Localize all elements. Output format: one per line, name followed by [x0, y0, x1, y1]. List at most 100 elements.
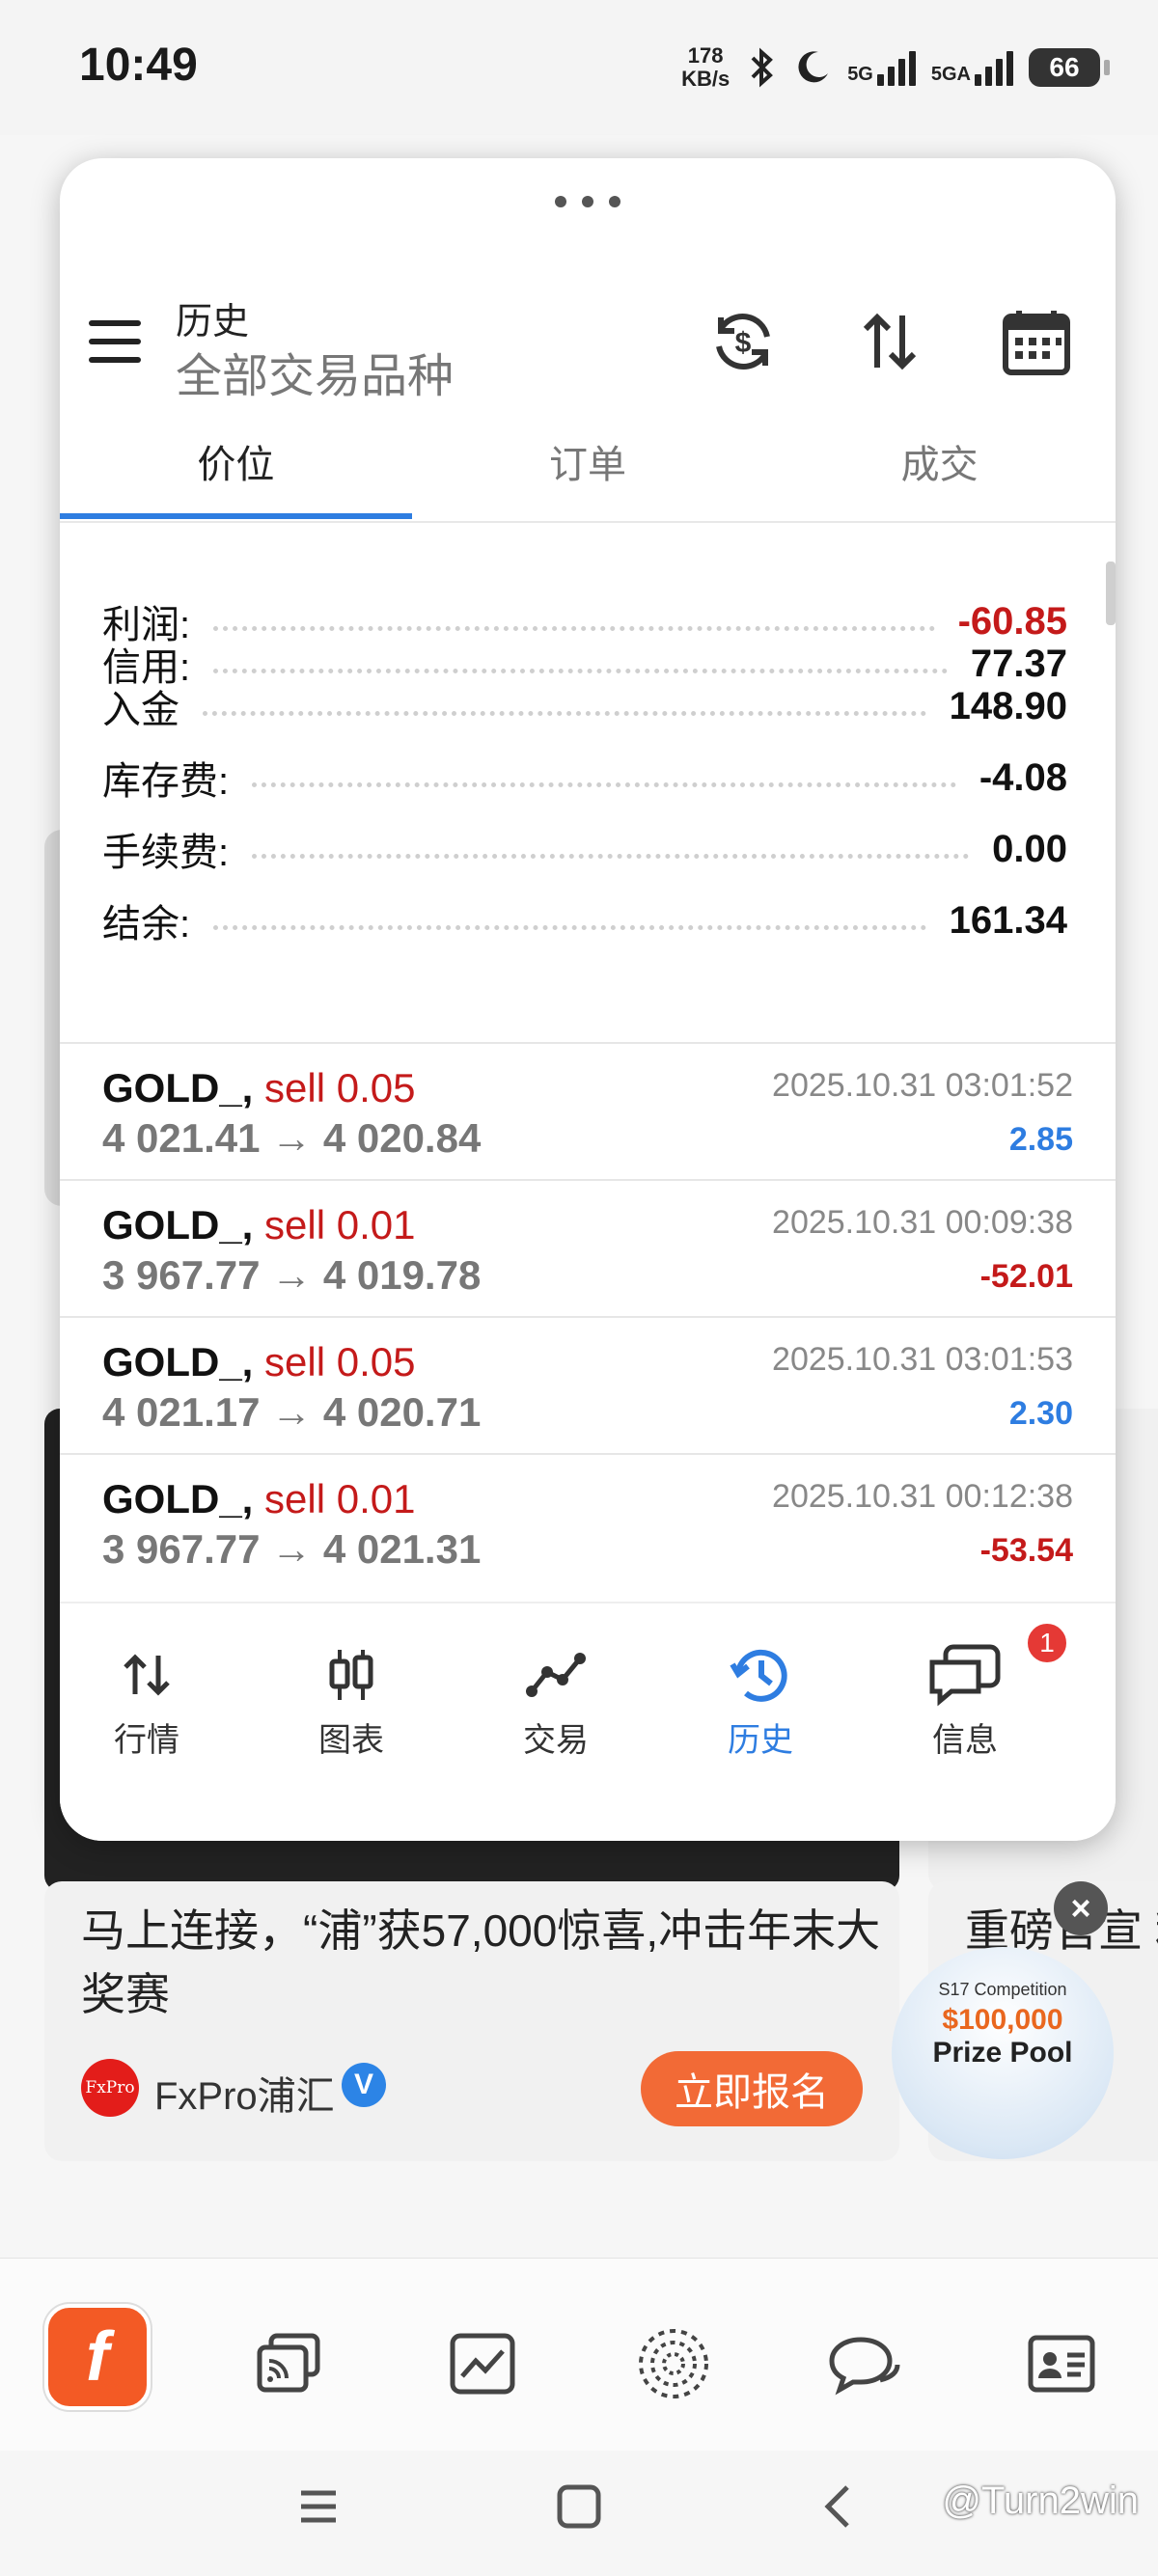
symbol-filter[interactable]: 全部交易品种: [176, 338, 454, 405]
trade-row[interactable]: GOLD_, sell 0.05 4 021.17 → 4 020.71 202…: [60, 1316, 1116, 1453]
nav-chart[interactable]: 图表: [264, 1640, 438, 1775]
leader-dots: [213, 911, 926, 930]
notification-badge: 1: [1025, 1621, 1069, 1665]
recent-apps-icon[interactable]: [290, 2478, 347, 2535]
nav-discover-icon[interactable]: [625, 2316, 722, 2412]
summary-value: 0.00: [992, 827, 1067, 870]
home-icon[interactable]: [550, 2478, 608, 2535]
trade-prices: 4 021.41 → 4 020.84: [102, 1115, 482, 1161]
nav-messages-icon[interactable]: [816, 2316, 913, 2412]
trade-prices: 4 021.17 → 4 020.71: [102, 1389, 482, 1435]
nav-label: 图表: [318, 1722, 384, 1759]
nav-label: 历史: [728, 1722, 793, 1759]
signal-5ga: 5GA: [931, 49, 1013, 86]
signal-bars-icon: [876, 49, 916, 86]
menu-icon[interactable]: [89, 320, 141, 363]
leader-dots: [213, 612, 935, 631]
network-speed-unit: KB/s: [681, 67, 731, 91]
trade-type: sell 0.05: [264, 1065, 416, 1110]
competition-promo-badge[interactable]: S17 Competition $100,000 Prize Pool: [892, 1947, 1114, 2159]
trade-profit: 2.30: [1008, 1395, 1073, 1432]
trade-profit: 2.85: [1008, 1121, 1073, 1158]
history-tabs: 价位 订单 成交: [60, 417, 1116, 519]
candlestick-icon: [264, 1640, 438, 1710]
nav-messages[interactable]: 信息: [878, 1640, 1052, 1775]
trade-time: 2025.10.31 00:12:38: [772, 1478, 1073, 1515]
feed-article-title[interactable]: 马上连接，“浦”获57,000惊喜,冲击年末大奖赛: [81, 1899, 892, 2026]
currency-refresh-icon[interactable]: $: [704, 303, 782, 380]
tab-orders[interactable]: 订单: [412, 417, 764, 513]
leader-dots: [203, 697, 926, 716]
summary-row-deposit: 入金 148.90: [102, 677, 1067, 735]
battery-icon: 66: [1029, 48, 1110, 87]
app-bottom-nav: [0, 2258, 1158, 2451]
nav-profile-card-icon[interactable]: [1013, 2316, 1110, 2412]
trade-profit: -52.01: [979, 1258, 1073, 1295]
signal-5ga-label: 5GA: [930, 64, 971, 85]
window-drag-handle[interactable]: [60, 195, 1116, 212]
nav-quotes[interactable]: 行情: [60, 1640, 234, 1775]
summary-label: 手续费:: [102, 832, 230, 874]
status-time: 10:49: [79, 40, 198, 91]
bluetooth-icon: [751, 47, 774, 88]
nav-chart-icon[interactable]: [434, 2316, 531, 2412]
trade-symbol-line: GOLD_, sell 0.01: [102, 1476, 415, 1522]
tab-deals[interactable]: 成交: [763, 417, 1116, 513]
trade-type: sell 0.05: [264, 1339, 416, 1384]
summary-row-balance: 结余: 161.34: [102, 891, 1067, 949]
network-speed: 178 KB/s: [681, 44, 730, 91]
trade-symbol: GOLD_,: [102, 1065, 254, 1110]
history-clock-icon: [674, 1640, 847, 1710]
summary-label: 库存费:: [102, 760, 230, 803]
svg-text:$: $: [735, 327, 752, 359]
trade-symbol-line: GOLD_, sell 0.05: [102, 1339, 415, 1385]
signal-bars-icon: [975, 49, 1013, 86]
trade-symbol: GOLD_,: [102, 1339, 254, 1384]
nav-label: 行情: [114, 1722, 179, 1759]
status-icons: 178 KB/s 5G 5GA 66: [681, 39, 1110, 96]
trade-prices: 3 967.77 → 4 019.78: [102, 1252, 482, 1298]
trade-row[interactable]: GOLD_, sell 0.05 4 021.41 → 4 020.84 202…: [60, 1042, 1116, 1179]
app-home-logo-icon[interactable]: f: [44, 2304, 151, 2410]
watermark: @Turn2win: [942, 2480, 1139, 2522]
tabs-divider: [60, 521, 1116, 523]
nav-trade[interactable]: 交易: [469, 1640, 643, 1775]
promo-line3: Prize Pool: [932, 2037, 1073, 2069]
sort-icon[interactable]: [851, 303, 928, 380]
trade-row[interactable]: GOLD_, sell 0.01 3 967.77 → 4 019.78 202…: [60, 1179, 1116, 1316]
signal-5g-label: 5G: [847, 64, 873, 85]
summary-row-swap: 库存费: -4.08: [102, 749, 1067, 807]
trade-time: 2025.10.31 03:01:53: [772, 1341, 1073, 1378]
back-icon[interactable]: [811, 2478, 868, 2535]
trade-row[interactable]: GOLD_, sell 0.01 3 967.77 → 4 021.31 202…: [60, 1453, 1116, 1590]
moon-icon: [798, 51, 829, 83]
trade-type: sell 0.01: [264, 1476, 416, 1521]
trade-type: sell 0.01: [264, 1202, 416, 1247]
verified-badge-icon: V: [342, 2063, 386, 2107]
summary-value: 161.34: [949, 898, 1067, 942]
leader-dots: [252, 768, 956, 787]
trade-symbol-line: GOLD_, sell 0.01: [102, 1202, 415, 1248]
close-ad-button[interactable]: ×: [1054, 1881, 1108, 1935]
network-speed-value: 178: [687, 43, 724, 68]
trend-line-icon: [469, 1640, 643, 1710]
promo-line2: $100,000: [942, 2004, 1063, 2036]
calendar-icon[interactable]: [998, 303, 1075, 380]
status-bar: 10:49 178 KB/s 5G 5GA 66: [0, 0, 1158, 135]
trade-time: 2025.10.31 00:09:38: [772, 1204, 1073, 1241]
author-name[interactable]: FxPro浦汇: [154, 2065, 335, 2121]
nav-label: 交易: [523, 1722, 589, 1759]
tab-positions[interactable]: 价位: [60, 417, 412, 519]
summary-row-commission: 手续费: 0.00: [102, 820, 1067, 878]
summary-value: 148.90: [949, 684, 1067, 727]
trade-symbol: GOLD_,: [102, 1202, 254, 1247]
scrollbar[interactable]: [1106, 562, 1116, 625]
summary-label: 入金: [102, 689, 179, 731]
nav-broadcast-icon[interactable]: [241, 2316, 338, 2412]
signal-5g: 5G: [847, 49, 916, 86]
summary-label: 结余:: [102, 903, 191, 945]
signup-button[interactable]: 立即报名: [641, 2051, 863, 2126]
trade-profit: -53.54: [979, 1532, 1073, 1569]
nav-history[interactable]: 历史: [674, 1640, 847, 1775]
page-title: 历史: [176, 302, 250, 343]
